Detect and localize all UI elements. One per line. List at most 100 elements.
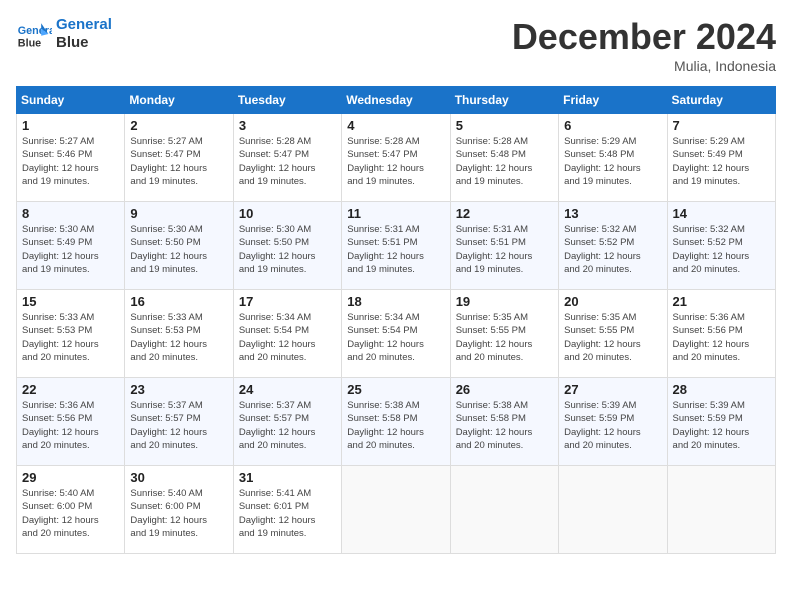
calendar-cell: 17 Sunrise: 5:34 AM Sunset: 5:54 PM Dayl… — [233, 290, 341, 378]
day-info: Sunrise: 5:29 AM Sunset: 5:49 PM Dayligh… — [673, 135, 770, 188]
calendar-cell: 31 Sunrise: 5:41 AM Sunset: 6:01 PM Dayl… — [233, 466, 341, 554]
calendar-week-3: 15 Sunrise: 5:33 AM Sunset: 5:53 PM Dayl… — [17, 290, 776, 378]
calendar-cell: 26 Sunrise: 5:38 AM Sunset: 5:58 PM Dayl… — [450, 378, 558, 466]
calendar-cell: 15 Sunrise: 5:33 AM Sunset: 5:53 PM Dayl… — [17, 290, 125, 378]
day-number: 2 — [130, 118, 227, 133]
day-number: 10 — [239, 206, 336, 221]
calendar-cell: 7 Sunrise: 5:29 AM Sunset: 5:49 PM Dayli… — [667, 114, 775, 202]
calendar-cell — [342, 466, 450, 554]
day-number: 9 — [130, 206, 227, 221]
day-info: Sunrise: 5:35 AM Sunset: 5:55 PM Dayligh… — [564, 311, 661, 364]
day-number: 18 — [347, 294, 444, 309]
calendar-cell: 16 Sunrise: 5:33 AM Sunset: 5:53 PM Dayl… — [125, 290, 233, 378]
day-info: Sunrise: 5:34 AM Sunset: 5:54 PM Dayligh… — [239, 311, 336, 364]
day-info: Sunrise: 5:33 AM Sunset: 5:53 PM Dayligh… — [130, 311, 227, 364]
day-info: Sunrise: 5:37 AM Sunset: 5:57 PM Dayligh… — [130, 399, 227, 452]
day-number: 16 — [130, 294, 227, 309]
day-info: Sunrise: 5:27 AM Sunset: 5:46 PM Dayligh… — [22, 135, 119, 188]
day-number: 4 — [347, 118, 444, 133]
day-number: 13 — [564, 206, 661, 221]
day-number: 17 — [239, 294, 336, 309]
logo: General Blue General Blue — [16, 16, 112, 52]
day-number: 27 — [564, 382, 661, 397]
day-header-thursday: Thursday — [450, 87, 558, 114]
logo-line1: General — [56, 16, 112, 34]
calendar-cell: 27 Sunrise: 5:39 AM Sunset: 5:59 PM Dayl… — [559, 378, 667, 466]
day-number: 5 — [456, 118, 553, 133]
day-info: Sunrise: 5:28 AM Sunset: 5:47 PM Dayligh… — [239, 135, 336, 188]
day-header-saturday: Saturday — [667, 87, 775, 114]
day-info: Sunrise: 5:27 AM Sunset: 5:47 PM Dayligh… — [130, 135, 227, 188]
svg-text:General: General — [18, 25, 52, 37]
day-number: 24 — [239, 382, 336, 397]
calendar-cell: 28 Sunrise: 5:39 AM Sunset: 5:59 PM Dayl… — [667, 378, 775, 466]
calendar-cell: 2 Sunrise: 5:27 AM Sunset: 5:47 PM Dayli… — [125, 114, 233, 202]
day-info: Sunrise: 5:28 AM Sunset: 5:47 PM Dayligh… — [347, 135, 444, 188]
day-info: Sunrise: 5:30 AM Sunset: 5:50 PM Dayligh… — [130, 223, 227, 276]
day-header-sunday: Sunday — [17, 87, 125, 114]
day-info: Sunrise: 5:31 AM Sunset: 5:51 PM Dayligh… — [456, 223, 553, 276]
day-info: Sunrise: 5:38 AM Sunset: 5:58 PM Dayligh… — [347, 399, 444, 452]
calendar-cell: 14 Sunrise: 5:32 AM Sunset: 5:52 PM Dayl… — [667, 202, 775, 290]
calendar-cell: 25 Sunrise: 5:38 AM Sunset: 5:58 PM Dayl… — [342, 378, 450, 466]
day-header-wednesday: Wednesday — [342, 87, 450, 114]
day-info: Sunrise: 5:33 AM Sunset: 5:53 PM Dayligh… — [22, 311, 119, 364]
calendar-week-1: 1 Sunrise: 5:27 AM Sunset: 5:46 PM Dayli… — [17, 114, 776, 202]
day-number: 14 — [673, 206, 770, 221]
calendar-cell — [559, 466, 667, 554]
day-number: 6 — [564, 118, 661, 133]
day-number: 11 — [347, 206, 444, 221]
day-info: Sunrise: 5:32 AM Sunset: 5:52 PM Dayligh… — [673, 223, 770, 276]
calendar-cell: 3 Sunrise: 5:28 AM Sunset: 5:47 PM Dayli… — [233, 114, 341, 202]
calendar-cell: 21 Sunrise: 5:36 AM Sunset: 5:56 PM Dayl… — [667, 290, 775, 378]
day-number: 15 — [22, 294, 119, 309]
day-number: 7 — [673, 118, 770, 133]
day-number: 22 — [22, 382, 119, 397]
calendar-cell: 24 Sunrise: 5:37 AM Sunset: 5:57 PM Dayl… — [233, 378, 341, 466]
day-number: 25 — [347, 382, 444, 397]
day-info: Sunrise: 5:30 AM Sunset: 5:49 PM Dayligh… — [22, 223, 119, 276]
day-info: Sunrise: 5:41 AM Sunset: 6:01 PM Dayligh… — [239, 487, 336, 540]
day-number: 21 — [673, 294, 770, 309]
day-info: Sunrise: 5:37 AM Sunset: 5:57 PM Dayligh… — [239, 399, 336, 452]
calendar-cell: 8 Sunrise: 5:30 AM Sunset: 5:49 PM Dayli… — [17, 202, 125, 290]
day-number: 31 — [239, 470, 336, 485]
day-number: 26 — [456, 382, 553, 397]
page-header: General Blue General Blue December 2024 … — [16, 16, 776, 74]
location: Mulia, Indonesia — [512, 58, 776, 74]
calendar-cell: 1 Sunrise: 5:27 AM Sunset: 5:46 PM Dayli… — [17, 114, 125, 202]
calendar-week-4: 22 Sunrise: 5:36 AM Sunset: 5:56 PM Dayl… — [17, 378, 776, 466]
day-info: Sunrise: 5:28 AM Sunset: 5:48 PM Dayligh… — [456, 135, 553, 188]
calendar-cell: 18 Sunrise: 5:34 AM Sunset: 5:54 PM Dayl… — [342, 290, 450, 378]
day-info: Sunrise: 5:36 AM Sunset: 5:56 PM Dayligh… — [673, 311, 770, 364]
calendar-cell — [667, 466, 775, 554]
day-info: Sunrise: 5:40 AM Sunset: 6:00 PM Dayligh… — [22, 487, 119, 540]
month-title: December 2024 — [512, 16, 776, 58]
calendar-table: SundayMondayTuesdayWednesdayThursdayFrid… — [16, 86, 776, 554]
calendar-cell: 30 Sunrise: 5:40 AM Sunset: 6:00 PM Dayl… — [125, 466, 233, 554]
day-info: Sunrise: 5:31 AM Sunset: 5:51 PM Dayligh… — [347, 223, 444, 276]
day-header-monday: Monday — [125, 87, 233, 114]
calendar-cell: 10 Sunrise: 5:30 AM Sunset: 5:50 PM Dayl… — [233, 202, 341, 290]
calendar-cell: 20 Sunrise: 5:35 AM Sunset: 5:55 PM Dayl… — [559, 290, 667, 378]
day-number: 1 — [22, 118, 119, 133]
day-info: Sunrise: 5:39 AM Sunset: 5:59 PM Dayligh… — [673, 399, 770, 452]
calendar-cell: 12 Sunrise: 5:31 AM Sunset: 5:51 PM Dayl… — [450, 202, 558, 290]
logo-line2: Blue — [56, 34, 112, 52]
day-number: 12 — [456, 206, 553, 221]
calendar-week-2: 8 Sunrise: 5:30 AM Sunset: 5:49 PM Dayli… — [17, 202, 776, 290]
day-info: Sunrise: 5:38 AM Sunset: 5:58 PM Dayligh… — [456, 399, 553, 452]
day-number: 20 — [564, 294, 661, 309]
day-info: Sunrise: 5:32 AM Sunset: 5:52 PM Dayligh… — [564, 223, 661, 276]
svg-text:Blue: Blue — [18, 38, 41, 50]
day-info: Sunrise: 5:34 AM Sunset: 5:54 PM Dayligh… — [347, 311, 444, 364]
day-number: 28 — [673, 382, 770, 397]
day-info: Sunrise: 5:39 AM Sunset: 5:59 PM Dayligh… — [564, 399, 661, 452]
day-number: 8 — [22, 206, 119, 221]
day-number: 3 — [239, 118, 336, 133]
day-number: 29 — [22, 470, 119, 485]
day-info: Sunrise: 5:29 AM Sunset: 5:48 PM Dayligh… — [564, 135, 661, 188]
title-block: December 2024 Mulia, Indonesia — [512, 16, 776, 74]
days-header-row: SundayMondayTuesdayWednesdayThursdayFrid… — [17, 87, 776, 114]
day-header-tuesday: Tuesday — [233, 87, 341, 114]
